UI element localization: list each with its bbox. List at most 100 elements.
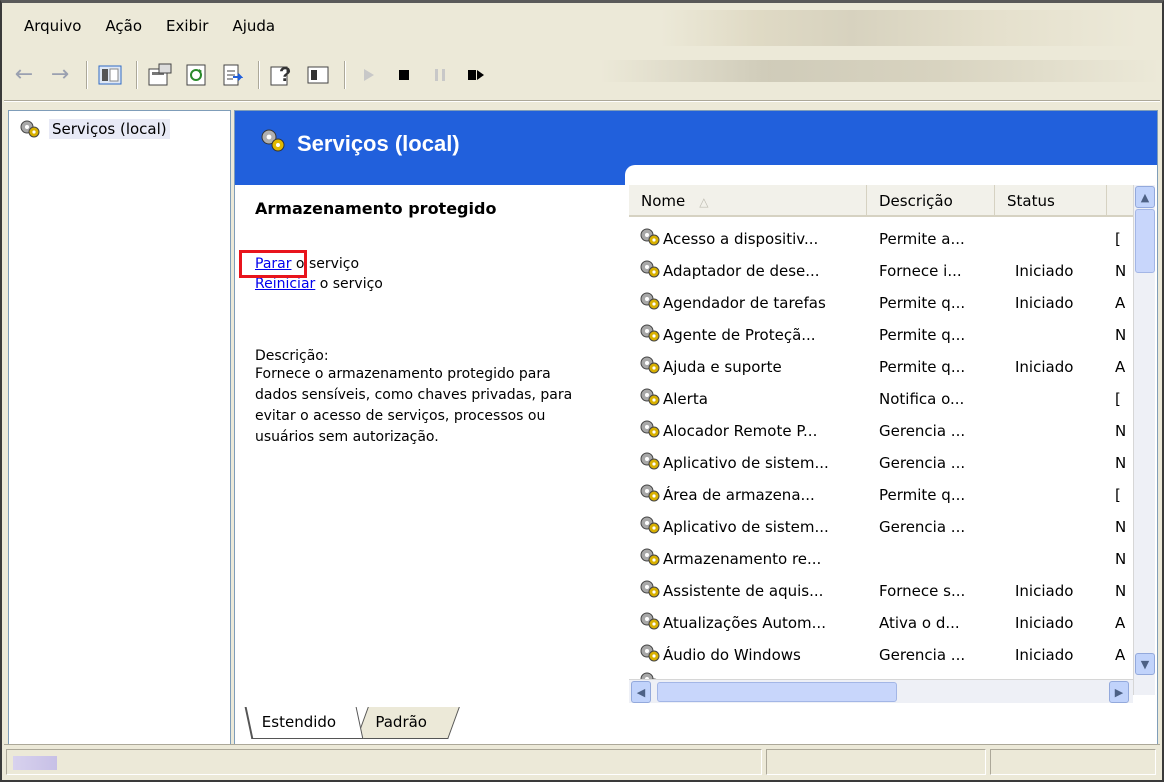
menu-arquivo[interactable]: Arquivo bbox=[8, 14, 93, 40]
service-name: Áudio do Windows bbox=[663, 646, 801, 664]
restart-icon[interactable] bbox=[460, 59, 492, 91]
show-hide-tree-icon[interactable] bbox=[94, 59, 126, 91]
table-row[interactable]: Agendador de tarefas Permite q... Iniciado… bbox=[629, 287, 1133, 319]
toolbar-divider bbox=[4, 100, 1160, 102]
status-segment-2 bbox=[766, 749, 986, 775]
vertical-scroll-thumb[interactable] bbox=[1135, 209, 1155, 273]
play-icon[interactable] bbox=[352, 59, 384, 91]
cell-nome: Áudio do Windows bbox=[629, 643, 875, 667]
service-gear-icon bbox=[639, 291, 661, 315]
service-name: Área de armazena... bbox=[663, 486, 815, 504]
cell-descricao: Gerencia ... bbox=[879, 646, 966, 664]
column-header-status[interactable]: Status bbox=[995, 185, 1107, 217]
cell-nome: Acesso a dispositiv... bbox=[629, 227, 875, 251]
service-name: Acesso a dispositiv... bbox=[663, 230, 819, 248]
vertical-scrollbar[interactable]: ▲ ▼ bbox=[1133, 185, 1155, 695]
table-row[interactable]: Aplicativo de sistem... Gerencia ... N bbox=[629, 447, 1133, 479]
column-header-nome[interactable]: Nome △ bbox=[629, 185, 867, 217]
stop-icon[interactable] bbox=[388, 59, 420, 91]
column-header-descricao[interactable]: Descrição bbox=[867, 185, 995, 217]
cell-tipo: A bbox=[1115, 294, 1126, 312]
cell-descricao: Gerencia ... bbox=[879, 454, 966, 472]
export-list-icon[interactable] bbox=[216, 59, 248, 91]
table-row[interactable]: Atualizações Autom... Ativa o d... Iniciad… bbox=[629, 607, 1133, 639]
properties-icon[interactable] bbox=[144, 59, 176, 91]
restart-service-link[interactable]: Reiniciar bbox=[255, 276, 315, 292]
table-row[interactable]: Ajuda e suporte Permite q... Iniciado A bbox=[629, 351, 1133, 383]
description-text: Fornece o armazenamento protegido para d… bbox=[255, 366, 573, 445]
toolbar-separator bbox=[86, 61, 88, 89]
menu-acao[interactable]: Ação bbox=[93, 14, 154, 40]
cell-tipo: N bbox=[1115, 262, 1127, 280]
table-row[interactable]: Áudio do Windows Gerencia ... Iniciado A bbox=[629, 639, 1133, 671]
view-tabs: Padrão Estendido bbox=[234, 707, 834, 743]
horizontal-scroll-thumb[interactable] bbox=[657, 682, 897, 702]
cell-status: Iniciado bbox=[1015, 358, 1074, 376]
menu-ajuda[interactable]: Ajuda bbox=[220, 14, 287, 40]
table-row[interactable]: Adaptador de dese... Fornece i... Iniciado… bbox=[629, 255, 1133, 287]
tab-label: Padrão bbox=[375, 713, 427, 731]
description-label: Descrição: bbox=[255, 348, 329, 364]
scroll-up-icon[interactable]: ▲ bbox=[1135, 186, 1155, 208]
column-header-extra[interactable] bbox=[1107, 185, 1133, 217]
scroll-left-icon[interactable]: ◀ bbox=[631, 681, 651, 703]
cell-descricao: Permite a... bbox=[879, 230, 965, 248]
service-name: Aplicativo de sistem... bbox=[663, 454, 829, 472]
console-icon[interactable] bbox=[302, 59, 334, 91]
service-name: Adaptador de dese... bbox=[663, 262, 820, 280]
cell-nome: Assistente de aquis... bbox=[629, 579, 875, 603]
tree-pane: Serviços (local) bbox=[8, 110, 231, 745]
cell-descricao: Ativa o d... bbox=[879, 614, 960, 632]
status-segment-3 bbox=[990, 749, 1156, 775]
stop-service-link[interactable]: Parar bbox=[255, 256, 291, 272]
toolbar-separator bbox=[258, 61, 260, 89]
service-gear-icon bbox=[639, 483, 661, 507]
service-name: Armazenamento re... bbox=[663, 550, 822, 568]
stop-action-suffix: o serviço bbox=[291, 256, 360, 272]
table-row[interactable]: Armazenamento re... N bbox=[629, 543, 1133, 575]
cell-status: Iniciado bbox=[1015, 582, 1074, 600]
service-name: Atualizações Autom... bbox=[663, 614, 826, 632]
cell-descricao: Gerencia ... bbox=[879, 422, 966, 440]
svg-text:?: ? bbox=[279, 64, 291, 86]
cell-descricao: Gerencia ... bbox=[879, 518, 966, 536]
refresh-icon[interactable] bbox=[180, 59, 212, 91]
service-gear-icon bbox=[639, 579, 661, 603]
menu-exibir[interactable]: Exibir bbox=[154, 14, 220, 40]
services-header-title: Serviços (local) bbox=[297, 131, 460, 156]
horizontal-scrollbar[interactable]: ◀ ▶ bbox=[629, 679, 1133, 703]
table-row[interactable]: Alerta Notifica o... [ bbox=[629, 383, 1133, 415]
service-gear-icon bbox=[639, 515, 661, 539]
tab-padrao[interactable]: Padrão bbox=[356, 707, 460, 739]
table-row[interactable]: Alocador Remote P... Gerencia ... N bbox=[629, 415, 1133, 447]
services-list: Nome △ Descrição Status Acesso a disposit… bbox=[629, 185, 1155, 717]
pause-icon[interactable] bbox=[424, 59, 456, 91]
scroll-right-icon[interactable]: ▶ bbox=[1109, 681, 1129, 703]
forward-arrow-icon[interactable]: → bbox=[44, 59, 76, 91]
cell-tipo: A bbox=[1115, 614, 1126, 632]
services-header-gear-icon bbox=[261, 129, 285, 152]
cell-nome: Agendador de tarefas bbox=[629, 291, 875, 315]
service-name: Alocador Remote P... bbox=[663, 422, 818, 440]
cell-nome: Armazenamento re... bbox=[629, 547, 875, 571]
restart-action: Reiniciar o serviço bbox=[255, 274, 605, 294]
menu-bar: Arquivo Ação Exibir Ajuda bbox=[8, 14, 287, 40]
service-gear-icon bbox=[639, 419, 661, 443]
table-row[interactable]: Acesso a dispositiv... Permite a... [ bbox=[629, 223, 1133, 255]
cell-tipo: A bbox=[1115, 358, 1126, 376]
tab-estendido[interactable]: Estendido bbox=[244, 707, 364, 739]
help-icon[interactable]: ? bbox=[266, 59, 298, 91]
back-arrow-icon[interactable]: ← bbox=[8, 59, 40, 91]
table-row[interactable]: Área de armazena... Permite q... [ bbox=[629, 479, 1133, 511]
services-gear-icon bbox=[20, 120, 40, 138]
cell-status: Iniciado bbox=[1015, 646, 1074, 664]
table-row[interactable]: Assistente de aquis... Fornece s... Inicia… bbox=[629, 575, 1133, 607]
tree-item-services-local[interactable]: Serviços (local) bbox=[19, 119, 170, 139]
service-gear-icon bbox=[639, 259, 661, 283]
column-header-label: Nome bbox=[641, 192, 686, 210]
cell-nome: Área de armazena... bbox=[629, 483, 875, 507]
table-row[interactable]: Agente de Proteçã... Permite q... N bbox=[629, 319, 1133, 351]
service-gear-icon bbox=[639, 227, 661, 251]
scroll-down-icon[interactable]: ▼ bbox=[1135, 653, 1155, 675]
table-row[interactable]: Aplicativo de sistem... Gerencia ... N bbox=[629, 511, 1133, 543]
